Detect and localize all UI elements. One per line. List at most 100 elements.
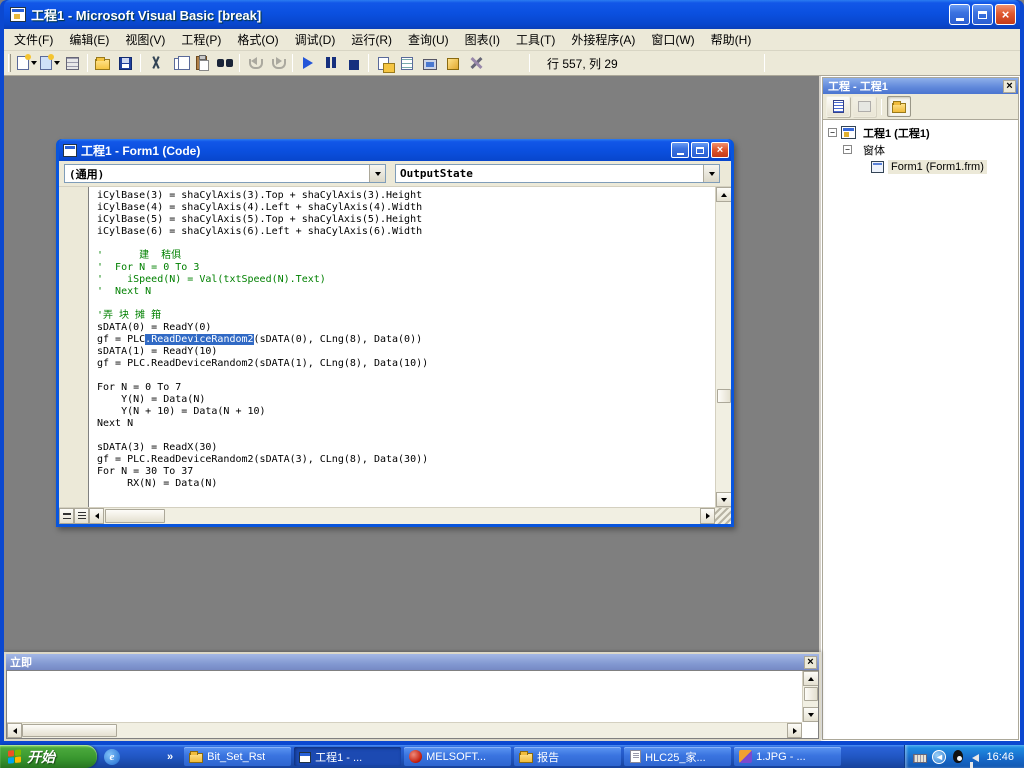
code-line[interactable]: gf = PLC.ReadDeviceRandom2(sDATA(3), CLn…: [97, 454, 715, 466]
object-combo-dropdown-button[interactable]: [369, 165, 385, 182]
code-line[interactable]: Next N: [97, 418, 715, 430]
project-panel-titlebar[interactable]: 工程 - 工程1 ×: [823, 78, 1018, 94]
add-project-button[interactable]: [15, 52, 38, 74]
start-button[interactable]: 开始: [0, 745, 97, 768]
volume-tray-icon[interactable]: [972, 754, 979, 762]
code-line[interactable]: iCylBase(4) = shaCylAxis(4).Left + shaCy…: [97, 202, 715, 214]
taskbar-clock[interactable]: 16:46: [986, 751, 1014, 763]
minimize-button[interactable]: [949, 4, 970, 25]
keyboard-tray-icon[interactable]: [913, 754, 927, 763]
procedure-combo-dropdown-button[interactable]: [703, 165, 719, 182]
cut-button[interactable]: [144, 52, 167, 74]
code-line[interactable]: sDATA(0) = ReadY(0): [97, 322, 715, 334]
code-line[interactable]: For N = 0 To 7: [97, 382, 715, 394]
menu-item-run[interactable]: 运行(R): [343, 28, 400, 51]
expander-minus-icon[interactable]: −: [843, 145, 852, 154]
toolbox-button[interactable]: [464, 52, 487, 74]
code-line[interactable]: gf = PLC.ReadDeviceRandom2(sDATA(1), CLn…: [97, 358, 715, 370]
code-line[interactable]: iCylBase(5) = shaCylAxis(5).Top + shaCyl…: [97, 214, 715, 226]
taskbar-task-melsoft[interactable]: MELSOFT...: [404, 747, 511, 766]
form-layout-button[interactable]: [418, 52, 441, 74]
copy-button[interactable]: [167, 52, 190, 74]
menu-item-file[interactable]: 文件(F): [6, 28, 61, 51]
code-vertical-scrollbar[interactable]: [715, 187, 731, 507]
menu-item-query[interactable]: 查询(U): [400, 28, 457, 51]
quick-launch-chevron-icon[interactable]: »: [167, 751, 173, 763]
menu-item-addins[interactable]: 外接程序(A): [563, 28, 643, 51]
immediate-input[interactable]: [7, 671, 802, 722]
resize-grip[interactable]: [715, 508, 731, 524]
code-line[interactable]: sDATA(3) = ReadX(30): [97, 442, 715, 454]
procedure-view-button[interactable]: [59, 508, 74, 524]
taskbar-task-bit-set-rst[interactable]: Bit_Set_Rst: [184, 747, 291, 766]
tree-item-project1[interactable]: −工程1 (工程1): [823, 124, 1018, 141]
menu-item-diagram[interactable]: 图表(I): [457, 28, 508, 51]
object-combobox[interactable]: (通用): [64, 164, 386, 183]
full-module-view-button[interactable]: [74, 508, 89, 524]
code-line[interactable]: '弄 块 摊 箝: [97, 310, 715, 322]
taskbar-task-jpg1[interactable]: 1.JPG - ...: [734, 747, 841, 766]
save-button[interactable]: [114, 52, 137, 74]
code-line[interactable]: iCylBase(6) = shaCylAxis(6).Left + shaCy…: [97, 226, 715, 238]
code-line[interactable]: [97, 430, 715, 442]
scrollbar-thumb[interactable]: [804, 687, 818, 701]
add-form-button[interactable]: [38, 52, 61, 74]
close-button[interactable]: ×: [995, 4, 1016, 25]
tree-item-form1[interactable]: Form1 (Form1.frm): [823, 158, 1018, 175]
menu-item-edit[interactable]: 编辑(E): [61, 28, 117, 51]
taskbar-task-hlc25[interactable]: HLC25_家...: [624, 747, 731, 766]
scroll-down-button[interactable]: [803, 707, 819, 722]
code-minimize-button[interactable]: [671, 142, 689, 158]
object-browser-button[interactable]: [441, 52, 464, 74]
immediate-titlebar[interactable]: 立即 ×: [6, 654, 819, 670]
code-line[interactable]: Y(N + 10) = Data(N + 10): [97, 406, 715, 418]
menu-editor-button[interactable]: [61, 52, 84, 74]
scrollbar-thumb[interactable]: [717, 389, 731, 403]
scroll-right-button[interactable]: [787, 723, 802, 738]
scroll-up-button[interactable]: [803, 671, 819, 686]
code-line[interactable]: ' For N = 0 To 3: [97, 262, 715, 274]
code-maximize-button[interactable]: [691, 142, 709, 158]
scroll-down-button[interactable]: [716, 492, 731, 507]
quick-launch-2-icon[interactable]: [125, 749, 141, 765]
project-panel-close-button[interactable]: ×: [1003, 80, 1016, 93]
immediate-close-button[interactable]: ×: [804, 656, 817, 669]
view-code-button[interactable]: [826, 96, 850, 117]
project-explorer-button[interactable]: [372, 52, 395, 74]
code-line[interactable]: [97, 298, 715, 310]
code-line[interactable]: gf = PLC.ReadDeviceRandom2(sDATA(0), CLn…: [97, 334, 715, 346]
menu-item-view[interactable]: 视图(V): [117, 28, 173, 51]
taskbar-task-baogao[interactable]: 报告: [514, 747, 621, 766]
scroll-right-button[interactable]: [700, 508, 715, 524]
expander-minus-icon[interactable]: −: [828, 128, 837, 137]
scroll-up-button[interactable]: [716, 187, 731, 202]
main-titlebar[interactable]: 工程1 - Microsoft Visual Basic [break] ×: [4, 0, 1020, 29]
end-button[interactable]: [342, 52, 365, 74]
code-line[interactable]: sDATA(1) = ReadY(10): [97, 346, 715, 358]
code-line[interactable]: For N = 30 To 37: [97, 466, 715, 478]
break-button[interactable]: [319, 52, 342, 74]
maximize-button[interactable]: [972, 4, 993, 25]
scrollbar-thumb[interactable]: [22, 724, 117, 737]
scroll-left-button[interactable]: [89, 508, 104, 524]
dropdown-arrow-icon[interactable]: [54, 61, 60, 65]
code-line[interactable]: RX(N) = Data(N): [97, 478, 715, 490]
qq-tray-icon[interactable]: [953, 750, 963, 763]
taskbar-task-gongcheng1[interactable]: 工程1 - ...: [294, 747, 401, 766]
code-editor[interactable]: iCylBase(3) = shaCylAxis(3).Top + shaCyl…: [89, 187, 715, 507]
immediate-vertical-scrollbar[interactable]: [802, 671, 818, 722]
menu-item-debug[interactable]: 调试(D): [287, 28, 344, 51]
toggle-folders-button[interactable]: [887, 96, 911, 117]
open-button[interactable]: [91, 52, 114, 74]
code-line[interactable]: ' iSpeed(N) = Val(txtSpeed(N).Text): [97, 274, 715, 286]
menu-item-help[interactable]: 帮助(H): [703, 28, 760, 51]
code-close-button[interactable]: ×: [711, 142, 729, 158]
procedure-combobox[interactable]: OutputState: [395, 164, 720, 183]
internet-explorer-icon[interactable]: e: [104, 749, 120, 765]
code-line[interactable]: iCylBase(3) = shaCylAxis(3).Top + shaCyl…: [97, 190, 715, 202]
start-button[interactable]: [296, 52, 319, 74]
tree-item-forms-folder[interactable]: −窗体: [823, 141, 1018, 158]
toolbar-grip[interactable]: [8, 54, 11, 72]
code-horizontal-scrollbar[interactable]: [89, 508, 715, 524]
code-line[interactable]: [97, 238, 715, 250]
